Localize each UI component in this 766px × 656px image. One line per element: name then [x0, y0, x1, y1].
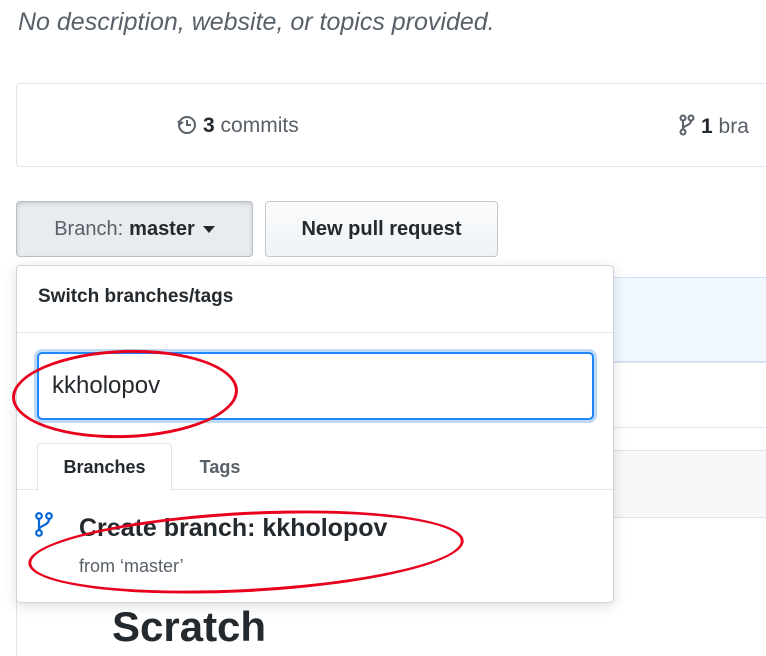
repo-stats-bar: 3 commits 1 bra — [16, 83, 766, 167]
page: No description, website, or topics provi… — [0, 0, 766, 656]
commits-label: commits — [220, 114, 299, 137]
repo-description: No description, website, or topics provi… — [18, 8, 495, 36]
branch-dropdown: Switch branches/tags Branches Tags Creat… — [16, 265, 614, 603]
branches-label: bra — [718, 115, 749, 138]
dropdown-tabs: Branches Tags — [17, 443, 613, 491]
create-branch-item[interactable]: Create branch: kkholopov from ‘master’ — [35, 510, 595, 590]
commit-tease-row — [600, 277, 766, 362]
create-branch-subtitle: from ‘master’ — [79, 556, 184, 576]
dropdown-header: Switch branches/tags — [17, 266, 613, 333]
commits-link[interactable]: 3 commits — [177, 114, 299, 141]
readme-header-row — [600, 450, 766, 518]
history-icon — [177, 115, 197, 141]
tab-branches[interactable]: Branches — [37, 443, 172, 491]
branch-filter-input[interactable] — [37, 352, 594, 420]
tab-tags[interactable]: Tags — [185, 443, 255, 491]
branch-label: Branch: — [54, 217, 124, 240]
create-branch-title: Create branch: kkholopov — [79, 514, 388, 542]
commits-count: 3 — [203, 114, 215, 137]
git-branch-icon — [679, 114, 695, 142]
readme-title: Scratch — [112, 603, 267, 650]
new-pull-request-button[interactable]: New pull request — [265, 201, 498, 257]
branch-value: master — [129, 217, 195, 240]
branch-select-button[interactable]: Branch: master — [16, 201, 253, 257]
branches-link[interactable]: 1 bra — [679, 114, 749, 142]
file-row — [600, 362, 766, 428]
caret-down-icon — [202, 225, 215, 233]
git-branch-icon — [35, 512, 53, 543]
branches-count: 1 — [701, 115, 713, 138]
